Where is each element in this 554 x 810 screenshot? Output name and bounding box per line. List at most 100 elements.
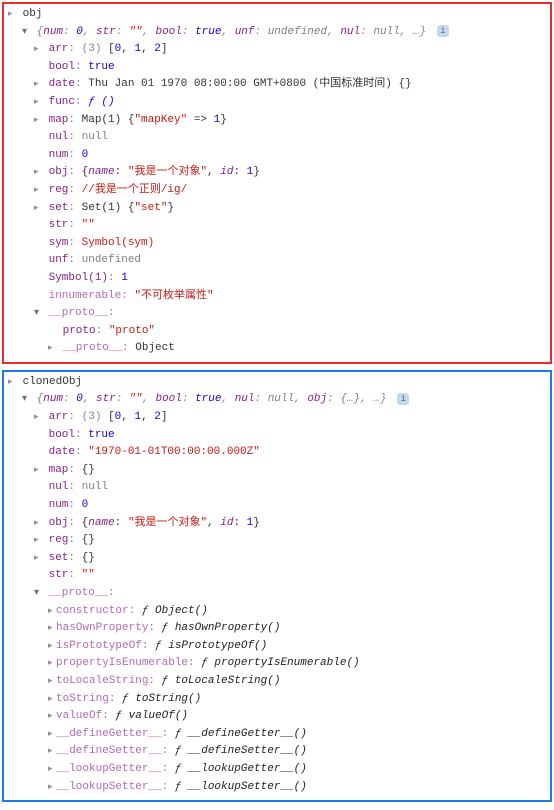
caret-down-icon [34, 585, 42, 603]
caret-icon [48, 638, 56, 656]
caret-icon [34, 182, 42, 200]
caret-icon [34, 462, 42, 480]
obj-map-line[interactable]: map: Map(1) {"mapKey" => 1} [4, 112, 550, 130]
caret-icon [34, 94, 42, 112]
arr-preview: [0, 1, 2] [108, 411, 167, 423]
proto-method-key: __defineSetter__ [56, 745, 162, 757]
caret-icon [48, 620, 56, 638]
cloned-obj-line[interactable]: obj: {name: "我是一个对象", id: 1} [4, 515, 550, 533]
obj-proto-proto-line[interactable]: proto: "proto" [4, 323, 550, 341]
obj-proto-line[interactable]: __proto__: [4, 305, 550, 323]
info-icon[interactable]: i [397, 393, 409, 405]
proto-method-key: __defineGetter__ [56, 728, 162, 740]
caret-icon [48, 340, 56, 358]
obj-num-line[interactable]: num: 0 [4, 147, 550, 165]
cloned-date-line[interactable]: date: "1970-01-01T00:00:00.000Z" [4, 444, 550, 462]
obj-arr-line[interactable]: arr: (3) [0, 1, 2] [4, 41, 550, 59]
obj-str-line[interactable]: str: "" [4, 217, 550, 235]
proto-method-val: ƒ __lookupSetter__() [175, 781, 307, 793]
cloned-summary-line[interactable]: {num: 0, str: "", bool: true, nul: null,… [4, 391, 550, 409]
clonedobj-panel: clonedObj {num: 0, str: "", bool: true, … [2, 370, 552, 802]
cloned-obj-preview: {name: "我是一个对象", id: 1} [82, 517, 260, 529]
proto-method-line[interactable]: toString: ƒ toString() [4, 691, 550, 709]
proto-method-line[interactable]: __defineGetter__: ƒ __defineGetter__() [4, 726, 550, 744]
caret-icon [34, 532, 42, 550]
info-icon[interactable]: i [437, 25, 449, 37]
caret-down-icon [22, 391, 30, 409]
proto-method-line[interactable]: valueOf: ƒ valueOf() [4, 708, 550, 726]
arr-preview: [0, 1, 2] [108, 43, 167, 55]
caret-icon [8, 374, 16, 392]
caret-icon [48, 779, 56, 797]
caret-icon [34, 515, 42, 533]
obj-func-line[interactable]: func: ƒ () [4, 94, 550, 112]
cloned-proto-line[interactable]: __proto__: [4, 585, 550, 603]
caret-icon [34, 76, 42, 94]
proto-method-line[interactable]: propertyIsEnumerable: ƒ propertyIsEnumer… [4, 655, 550, 673]
caret-icon [8, 6, 16, 24]
proto-method-key: __lookupGetter__ [56, 763, 162, 775]
caret-icon [48, 673, 56, 691]
proto-method-line[interactable]: toLocaleString: ƒ toLocaleString() [4, 673, 550, 691]
obj-summary-line[interactable]: {num: 0, str: "", bool: true, unf: undef… [4, 24, 550, 42]
obj-unf-line[interactable]: unf: undefined [4, 252, 550, 270]
obj-summary: {num: 0, str: "", bool: true, unf: undef… [37, 26, 427, 38]
map-value: Map(1) {"mapKey" => 1} [82, 114, 227, 126]
obj-obj-preview: {name: "我是一个对象", id: 1} [82, 166, 260, 178]
caret-icon [34, 409, 42, 427]
proto-method-val: ƒ isPrototypeOf() [155, 640, 267, 652]
proto-method-val: ƒ hasOwnProperty() [162, 622, 281, 634]
obj-sym1-line[interactable]: Symbol(1): 1 [4, 270, 550, 288]
obj-bool-line[interactable]: bool: true [4, 59, 550, 77]
obj-root-line[interactable]: obj [4, 6, 550, 24]
proto-method-val: ƒ __lookupGetter__() [175, 763, 307, 775]
obj-reg-line[interactable]: reg: //我是一个正则/ig/ [4, 182, 550, 200]
obj-innum-line[interactable]: innumerable: "不可枚举属性" [4, 288, 550, 306]
proto-method-key: hasOwnProperty [56, 622, 148, 634]
proto-method-line[interactable]: hasOwnProperty: ƒ hasOwnProperty() [4, 620, 550, 638]
caret-icon [48, 603, 56, 621]
obj-sym-line[interactable]: sym: Symbol(sym) [4, 235, 550, 253]
proto-method-line[interactable]: isPrototypeOf: ƒ isPrototypeOf() [4, 638, 550, 656]
proto-method-key: isPrototypeOf [56, 640, 142, 652]
caret-icon [34, 200, 42, 218]
caret-icon [48, 655, 56, 673]
proto-method-key: propertyIsEnumerable [56, 657, 188, 669]
proto-method-line[interactable]: __defineSetter__: ƒ __defineSetter__() [4, 743, 550, 761]
cloned-summary: {num: 0, str: "", bool: true, nul: null,… [37, 393, 387, 405]
caret-icon [48, 743, 56, 761]
proto-method-val: ƒ toString() [122, 693, 201, 705]
proto-method-line[interactable]: __lookupGetter__: ƒ __lookupGetter__() [4, 761, 550, 779]
proto-method-line[interactable]: __lookupSetter__: ƒ __lookupSetter__() [4, 779, 550, 797]
caret-icon [34, 41, 42, 59]
proto-method-val: ƒ toLocaleString() [162, 675, 281, 687]
proto-method-val: ƒ __defineSetter__() [175, 745, 307, 757]
obj-nul-line[interactable]: nul: null [4, 129, 550, 147]
obj-set-line[interactable]: set: Set(1) {"set"} [4, 200, 550, 218]
proto-method-val: ƒ __defineGetter__() [175, 728, 307, 740]
cloned-bool-line[interactable]: bool: true [4, 427, 550, 445]
obj-proto-inner-line[interactable]: __proto__: Object [4, 340, 550, 358]
proto-method-key: toLocaleString [56, 675, 148, 687]
cloned-str-line[interactable]: str: "" [4, 567, 550, 585]
obj-date-line[interactable]: date: Thu Jan 01 1970 08:00:00 GMT+0800 … [4, 76, 550, 94]
proto-method-key: valueOf [56, 710, 102, 722]
proto-method-val: ƒ propertyIsEnumerable() [201, 657, 359, 669]
cloned-root-line[interactable]: clonedObj [4, 374, 550, 392]
cloned-arr-line[interactable]: arr: (3) [0, 1, 2] [4, 409, 550, 427]
obj-obj-line[interactable]: obj: {name: "我是一个对象", id: 1} [4, 164, 550, 182]
caret-icon [48, 726, 56, 744]
cloned-set-line[interactable]: set: {} [4, 550, 550, 568]
cloned-map-line[interactable]: map: {} [4, 462, 550, 480]
caret-icon [48, 691, 56, 709]
cloned-reg-line[interactable]: reg: {} [4, 532, 550, 550]
proto-method-line[interactable]: constructor: ƒ Object() [4, 603, 550, 621]
set-value: Set(1) {"set"} [82, 202, 174, 214]
cloned-nul-line[interactable]: nul: null [4, 479, 550, 497]
proto-method-key: __lookupSetter__ [56, 781, 162, 793]
cloned-num-line[interactable]: num: 0 [4, 497, 550, 515]
caret-icon [48, 761, 56, 779]
cloned-var-name: clonedObj [23, 376, 82, 388]
caret-icon [34, 112, 42, 130]
caret-down-icon [22, 24, 30, 42]
